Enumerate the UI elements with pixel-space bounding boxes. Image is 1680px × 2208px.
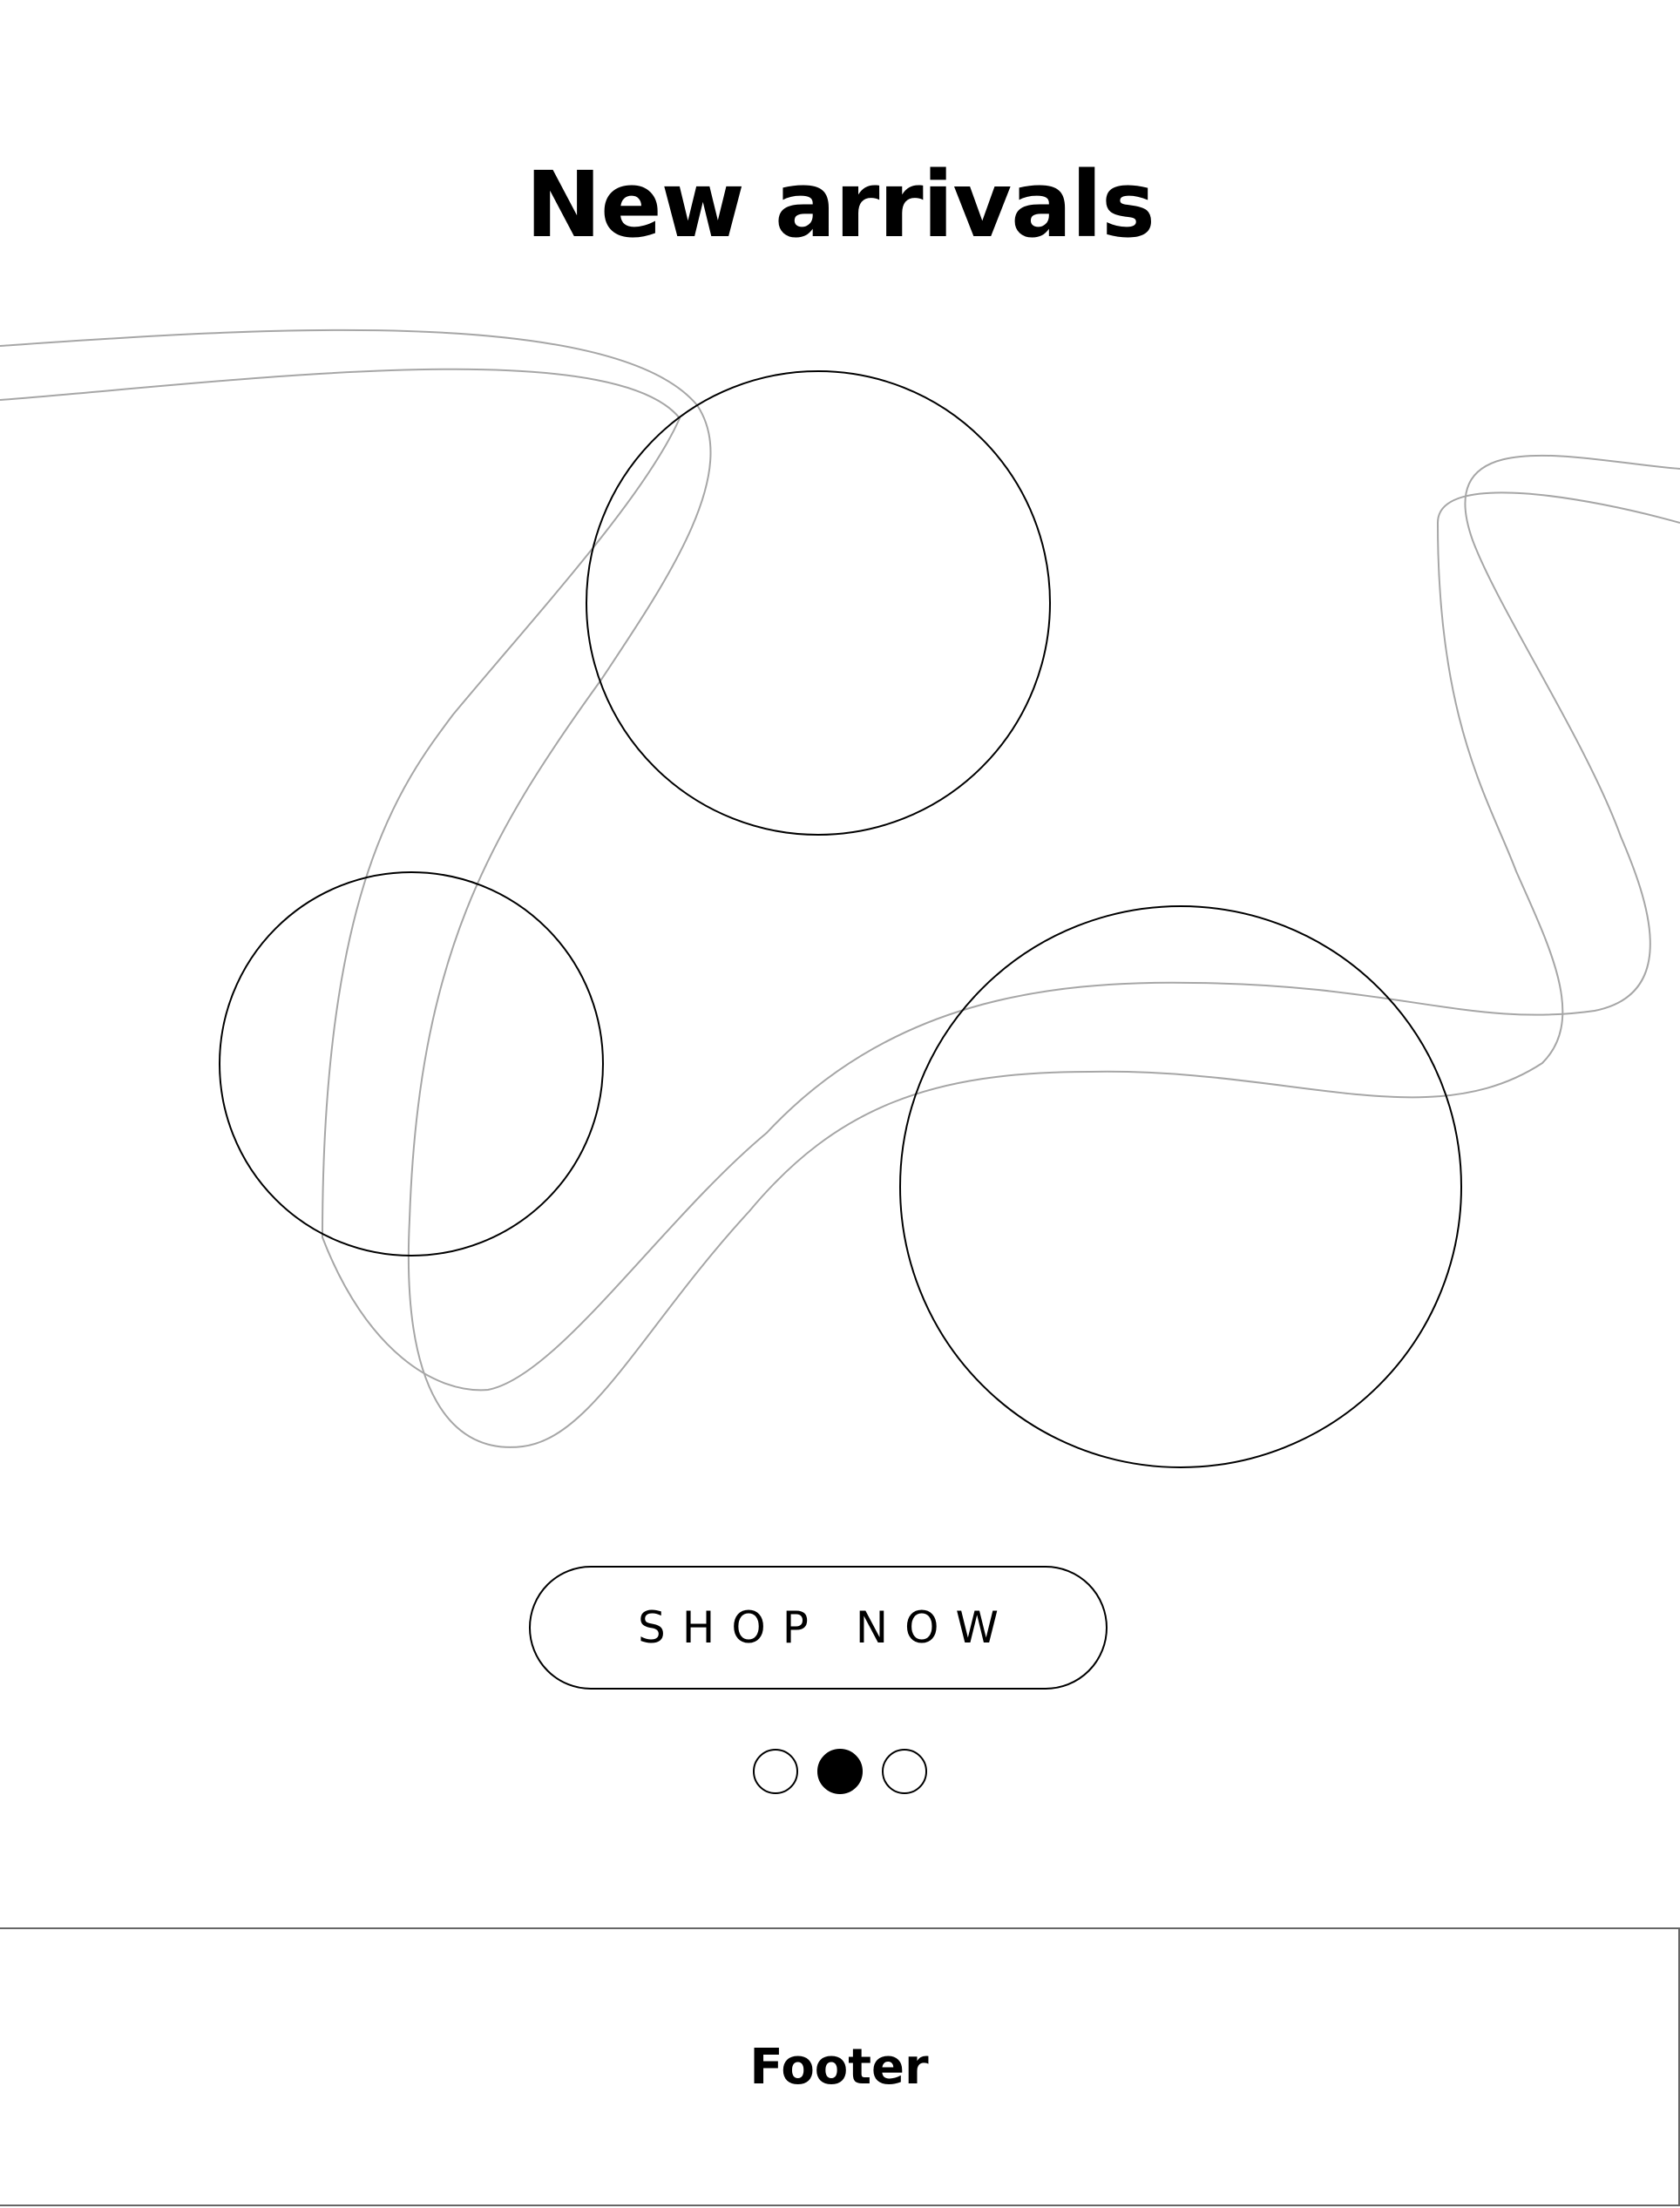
decorative-curves bbox=[0, 328, 1680, 1448]
carousel-dot[interactable] bbox=[753, 1749, 798, 1794]
carousel-dot-active[interactable] bbox=[817, 1749, 863, 1794]
shop-now-button[interactable]: SHOP NOW bbox=[529, 1566, 1108, 1690]
page-title: New arrivals bbox=[525, 152, 1155, 258]
product-circle-right[interactable] bbox=[899, 905, 1462, 1468]
footer: Footer bbox=[0, 1927, 1680, 2206]
carousel-dot[interactable] bbox=[882, 1749, 927, 1794]
decorative-curve-1 bbox=[0, 328, 1680, 1448]
footer-label: Footer bbox=[749, 2038, 929, 2096]
product-circle-top[interactable] bbox=[586, 370, 1051, 836]
carousel-pagination bbox=[0, 1749, 1680, 1794]
decorative-curve-2 bbox=[0, 368, 1680, 1392]
hero-illustration bbox=[0, 328, 1680, 1468]
product-circle-left[interactable] bbox=[219, 871, 604, 1256]
